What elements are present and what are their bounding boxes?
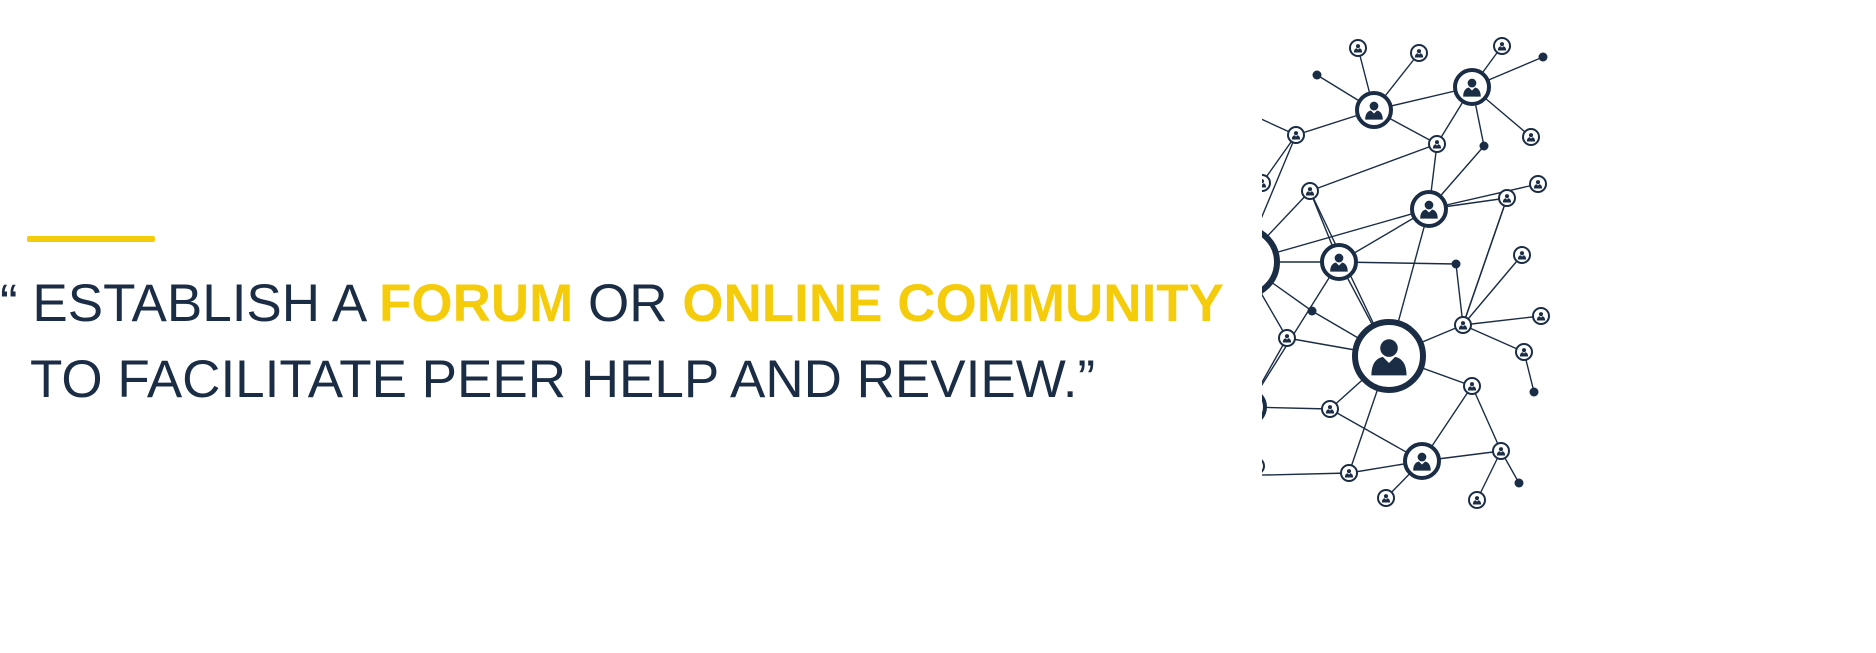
person-node-icon (1349, 39, 1367, 57)
network-link (1462, 197, 1508, 326)
network-link (1262, 472, 1350, 476)
person-node-icon (1301, 182, 1319, 200)
person-node-icon (1410, 44, 1428, 62)
person-node-icon (1278, 329, 1296, 347)
accent-divider (27, 236, 155, 242)
highlight-online-community: ONLINE COMMUNITY (682, 274, 1225, 333)
person-node-icon (1513, 246, 1531, 264)
person-node-icon (1453, 68, 1491, 106)
person-node-icon (1468, 491, 1486, 509)
quote-line-1: “ ESTABLISH A FORUM OR ONLINE COMMUNITY (0, 266, 1224, 342)
network-dot (1451, 259, 1461, 269)
network-link (1471, 385, 1502, 452)
person-node-icon (1522, 128, 1540, 146)
person-node-icon (1262, 174, 1271, 192)
network-dot (1307, 306, 1317, 316)
person-node-icon (1262, 459, 1265, 473)
network-dot (1529, 387, 1539, 397)
person-node-icon (1463, 377, 1481, 395)
network-link (1462, 315, 1542, 326)
network-link (1455, 263, 1464, 326)
people-network-icon (1262, 36, 1876, 626)
quote-text-a: ESTABLISH A (32, 274, 379, 333)
person-node-icon (1352, 319, 1426, 393)
person-node-icon (1377, 489, 1395, 507)
person-node-icon (1403, 442, 1441, 480)
network-dot (1479, 141, 1489, 151)
person-node-icon (1428, 135, 1446, 153)
person-node-icon (1493, 37, 1511, 55)
quote-text-b: OR (573, 274, 683, 333)
highlight-forum: FORUM (379, 274, 574, 333)
person-node-icon (1492, 442, 1510, 460)
network-link (1462, 324, 1525, 353)
person-node-icon (1515, 343, 1533, 361)
network-link (1262, 406, 1331, 410)
person-node-icon (1321, 400, 1339, 418)
network-link (1309, 143, 1438, 192)
person-node-icon (1498, 189, 1516, 207)
person-node-icon (1262, 230, 1280, 294)
person-node-icon (1355, 91, 1393, 129)
network-dot (1514, 478, 1524, 488)
network-link (1262, 337, 1288, 384)
person-node-icon (1529, 175, 1547, 193)
network-dot (1538, 52, 1548, 62)
person-node-icon (1454, 316, 1472, 334)
person-node-icon (1287, 126, 1305, 144)
network-link (1462, 254, 1523, 326)
quote-line-2: TO FACILITATE PEER HELP AND REVIEW.” (30, 350, 1096, 409)
person-node-icon (1410, 190, 1448, 228)
person-node-icon (1340, 464, 1358, 482)
person-node-icon (1532, 307, 1550, 325)
person-node-icon (1320, 243, 1358, 281)
person-node-icon (1262, 394, 1267, 420)
open-quote-mark: “ (0, 274, 33, 333)
network-dot (1312, 70, 1322, 80)
